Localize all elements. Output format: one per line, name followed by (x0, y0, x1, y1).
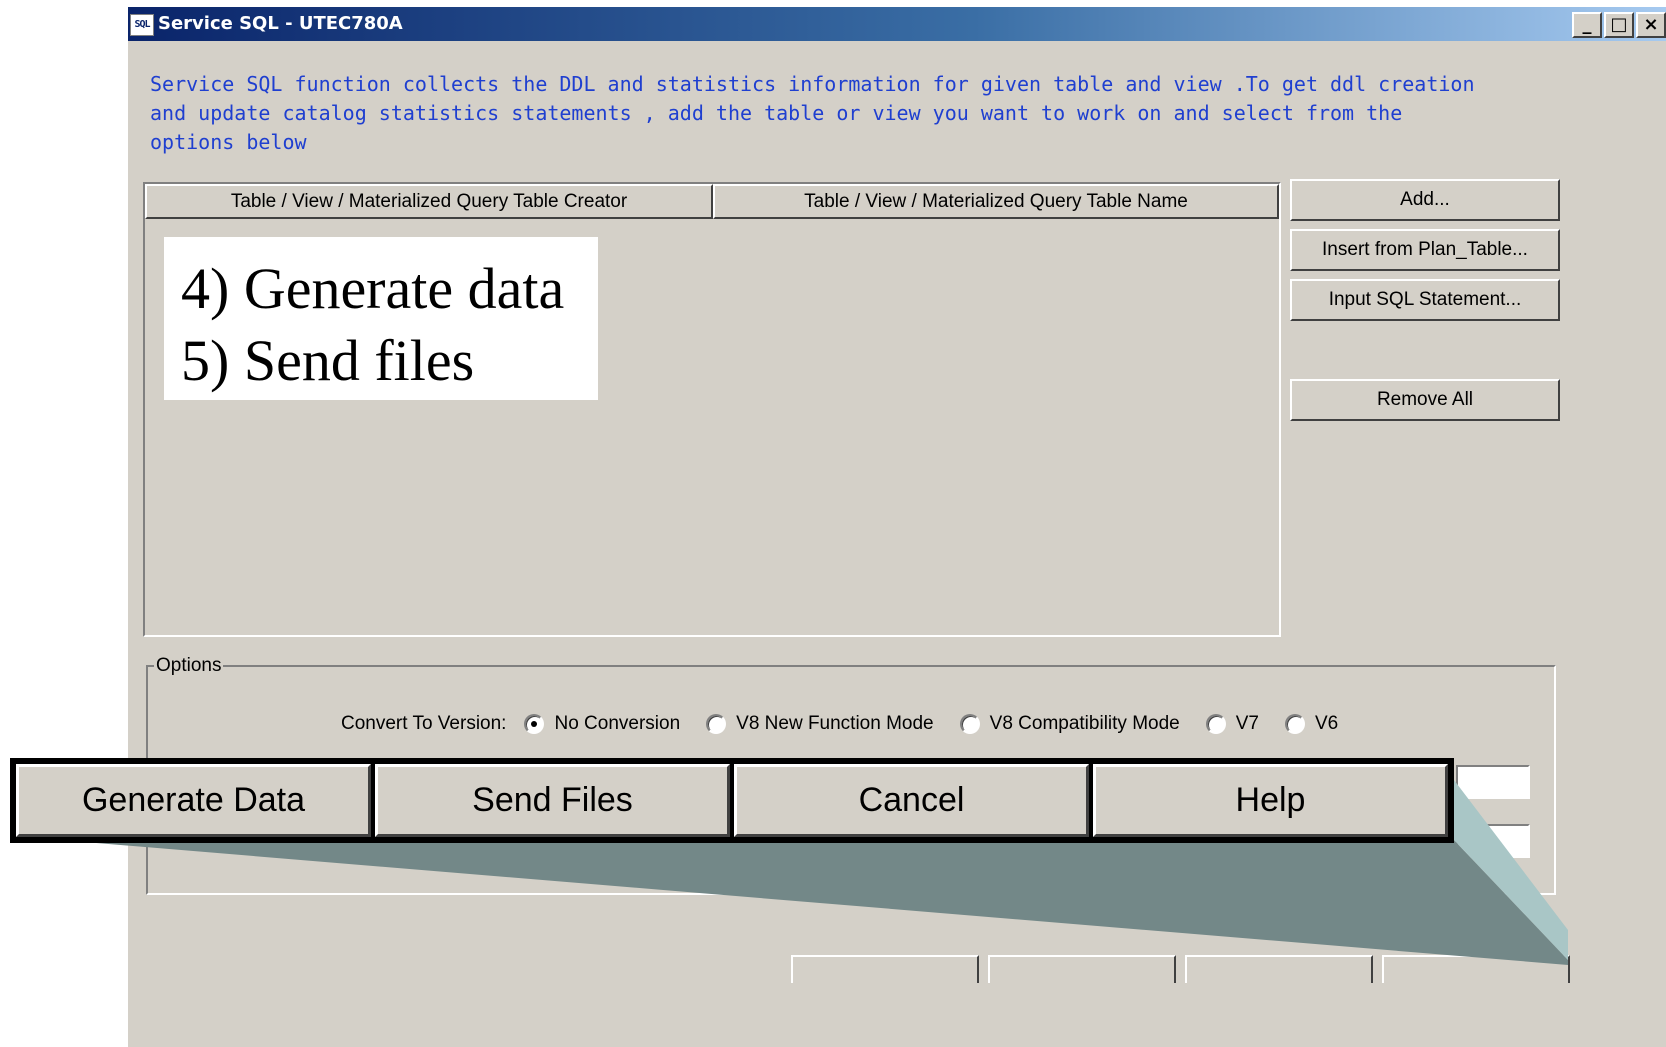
send-files-button[interactable]: Send Files (375, 764, 730, 837)
zoom-wedge-shape (60, 840, 1568, 965)
zoom-callout-wedge (60, 780, 1568, 965)
generate-data-button[interactable]: Generate Data (16, 764, 371, 837)
zoomed-button-bar: Generate Data Send Files Cancel Help (10, 758, 1454, 843)
cancel-button[interactable]: Cancel (734, 764, 1089, 837)
help-button[interactable]: Help (1093, 764, 1448, 837)
